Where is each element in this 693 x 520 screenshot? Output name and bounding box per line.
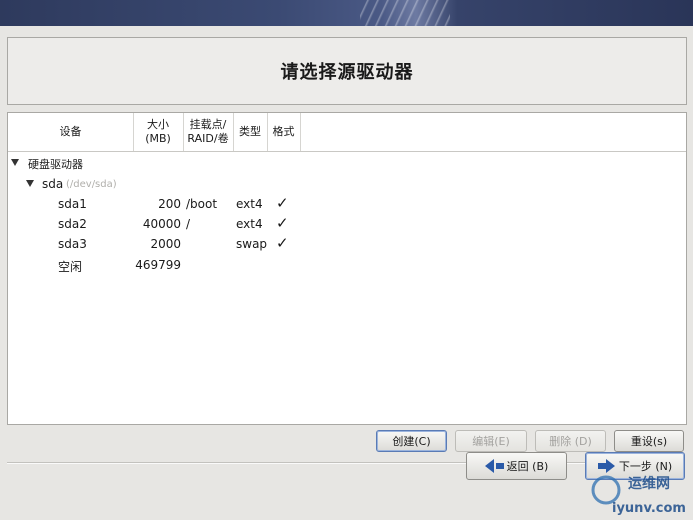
back-button-label: 返回 (B) [506,460,549,473]
top-banner [0,0,693,26]
create-button[interactable]: 创建(C) [376,430,447,452]
column-header-type[interactable]: 类型 [233,113,268,151]
column-header-mount[interactable]: 挂载点/RAID/卷 [183,113,234,151]
row-size: 200 [158,197,181,211]
tree-disk-row[interactable]: sda (/dev/sda) [8,174,686,194]
back-button[interactable]: 返回 (B) [466,452,567,480]
disk-name: sda [42,177,64,191]
tree-group-row[interactable]: 硬盘驱动器 [8,153,686,173]
page-header: 请选择源驱动器 [7,37,687,105]
row-device: 空闲 [58,260,83,274]
row-size: 40000 [142,217,181,231]
expand-triangle-icon[interactable] [11,159,19,166]
column-header-mount-sub: RAID/卷 [187,132,229,145]
row-type: ext4 [236,217,263,231]
back-arrow-tail [495,463,504,469]
expand-triangle-icon[interactable] [26,180,34,187]
watermark-line1: 运维网 [628,475,670,492]
banner-streak [360,0,450,26]
column-header-size-label: 大小 [147,118,169,131]
reset-button[interactable]: 重设(s) [614,430,684,452]
button-separator [7,462,685,464]
table-header: 设备 大小 (MB) 挂载点/RAID/卷 类型 格式 [8,113,686,152]
watermark-line2: iyunv.com [612,501,686,516]
edit-button[interactable]: 编辑(E) [455,430,527,452]
table-row[interactable]: sda1 200 /boot ext4 ✓ [8,194,686,214]
site-watermark: 运维网 iyunv.com [591,475,686,516]
column-header-size[interactable]: 大小 (MB) [133,113,184,151]
disk-path: (/dev/sda) [66,179,117,190]
column-header-mount-label: 挂载点/ [189,118,227,131]
column-header-type-label: 类型 [239,125,261,138]
row-device: sda2 [58,217,87,231]
back-arrow-icon [484,459,494,473]
row-size: 469799 [135,258,181,272]
page-title: 请选择源驱动器 [280,62,414,83]
row-type: swap [236,237,268,251]
delete-button-label: 删除 (D) [549,435,592,448]
delete-button[interactable]: 删除 (D) [535,430,606,452]
row-device: sda1 [58,197,87,211]
table-row[interactable]: sda3 2000 swap ✓ [8,234,686,254]
group-label: 硬盘驱动器 [28,158,83,171]
format-check-icon: ✓ [276,234,289,252]
row-device: sda3 [58,237,87,251]
row-size: 2000 [150,237,181,251]
column-header-device-label: 设备 [59,125,82,138]
format-check-icon: ✓ [276,194,289,212]
watermark-logo-icon [591,475,621,505]
table-row[interactable]: sda2 40000 / ext4 ✓ [8,214,686,234]
row-type: ext4 [236,197,263,211]
column-header-format[interactable]: 格式 [267,113,301,151]
reset-button-label: 重设(s) [630,435,668,448]
column-header-device[interactable]: 设备 [8,113,134,151]
create-button-label: 创建(C) [392,435,431,448]
row-mount: / [186,217,191,231]
row-mount: /boot [186,197,218,211]
next-arrow-tail [597,463,606,469]
column-header-format-label: 格式 [272,125,295,138]
table-row[interactable]: 空闲 469799 [8,255,686,275]
edit-button-label: 编辑(E) [472,435,510,448]
column-header-size-unit: (MB) [145,132,171,145]
drive-table[interactable]: 设备 大小 (MB) 挂载点/RAID/卷 类型 格式 硬盘驱动器 sda (/d… [7,112,687,425]
format-check-icon: ✓ [276,214,289,232]
